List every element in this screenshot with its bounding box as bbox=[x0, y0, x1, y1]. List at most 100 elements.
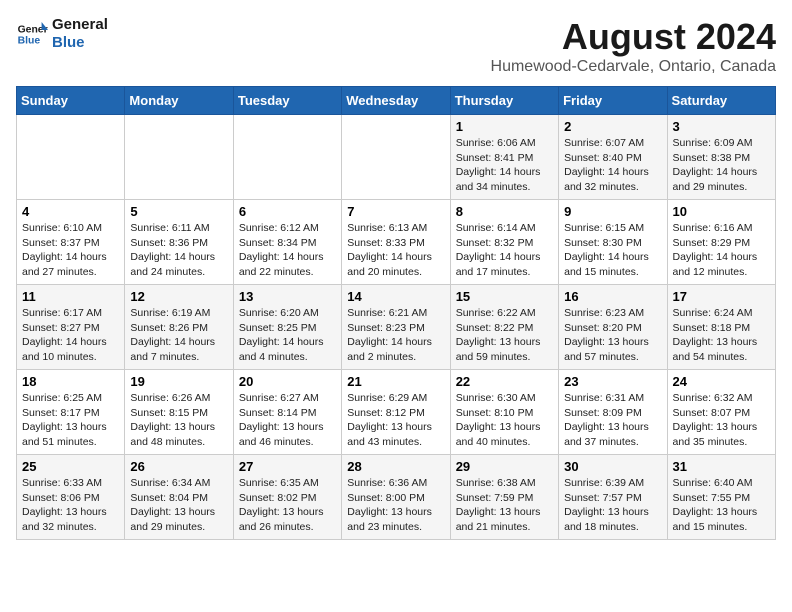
logo-line1: General bbox=[52, 16, 108, 34]
day-info: Sunrise: 6:33 AM Sunset: 8:06 PM Dayligh… bbox=[22, 476, 119, 535]
day-info: Sunrise: 6:35 AM Sunset: 8:02 PM Dayligh… bbox=[239, 476, 336, 535]
header-row: SundayMondayTuesdayWednesdayThursdayFrid… bbox=[17, 87, 776, 115]
day-info: Sunrise: 6:23 AM Sunset: 8:20 PM Dayligh… bbox=[564, 306, 661, 365]
header-cell-friday: Friday bbox=[559, 87, 667, 115]
calendar-cell: 31 Sunrise: 6:40 AM Sunset: 7:55 PM Dayli… bbox=[667, 455, 775, 540]
day-info: Sunrise: 6:32 AM Sunset: 8:07 PM Dayligh… bbox=[673, 391, 770, 450]
header-cell-saturday: Saturday bbox=[667, 87, 775, 115]
calendar-cell: 16 Sunrise: 6:23 AM Sunset: 8:20 PM Dayli… bbox=[559, 285, 667, 370]
calendar-cell: 13 Sunrise: 6:20 AM Sunset: 8:25 PM Dayli… bbox=[233, 285, 341, 370]
logo-icon: General Blue bbox=[16, 18, 48, 50]
calendar-cell: 27Sunrise: 6:35 AM Sunset: 8:02 PM Dayli… bbox=[233, 455, 341, 540]
day-number: 26 bbox=[130, 459, 227, 474]
day-info: Sunrise: 6:10 AM Sunset: 8:37 PM Dayligh… bbox=[22, 221, 119, 280]
calendar-cell: 30Sunrise: 6:39 AM Sunset: 7:57 PM Dayli… bbox=[559, 455, 667, 540]
calendar-cell: 4 Sunrise: 6:10 AM Sunset: 8:37 PM Daylig… bbox=[17, 200, 125, 285]
day-number: 21 bbox=[347, 374, 444, 389]
day-number: 6 bbox=[239, 204, 336, 219]
day-info: Sunrise: 6:20 AM Sunset: 8:25 PM Dayligh… bbox=[239, 306, 336, 365]
header-cell-tuesday: Tuesday bbox=[233, 87, 341, 115]
calendar-cell: 15 Sunrise: 6:22 AM Sunset: 8:22 PM Dayli… bbox=[450, 285, 558, 370]
calendar-cell: 9 Sunrise: 6:15 AM Sunset: 8:30 PM Daylig… bbox=[559, 200, 667, 285]
day-info: Sunrise: 6:06 AM Sunset: 8:41 PM Dayligh… bbox=[456, 136, 553, 195]
calendar-cell: 17Sunrise: 6:24 AM Sunset: 8:18 PM Dayli… bbox=[667, 285, 775, 370]
day-info: Sunrise: 6:11 AM Sunset: 8:36 PM Dayligh… bbox=[130, 221, 227, 280]
day-info: Sunrise: 6:07 AM Sunset: 8:40 PM Dayligh… bbox=[564, 136, 661, 195]
day-number: 5 bbox=[130, 204, 227, 219]
day-number: 9 bbox=[564, 204, 661, 219]
calendar-header: SundayMondayTuesdayWednesdayThursdayFrid… bbox=[17, 87, 776, 115]
day-info: Sunrise: 6:26 AM Sunset: 8:15 PM Dayligh… bbox=[130, 391, 227, 450]
day-number: 4 bbox=[22, 204, 119, 219]
day-info: Sunrise: 6:27 AM Sunset: 8:14 PM Dayligh… bbox=[239, 391, 336, 450]
header-cell-monday: Monday bbox=[125, 87, 233, 115]
day-number: 19 bbox=[130, 374, 227, 389]
calendar-cell: 28 Sunrise: 6:36 AM Sunset: 8:00 PM Dayli… bbox=[342, 455, 450, 540]
calendar-body: 1Sunrise: 6:06 AM Sunset: 8:41 PM Daylig… bbox=[17, 115, 776, 540]
calendar-cell: 18Sunrise: 6:25 AM Sunset: 8:17 PM Dayli… bbox=[17, 370, 125, 455]
day-number: 25 bbox=[22, 459, 119, 474]
day-number: 18 bbox=[22, 374, 119, 389]
day-number: 28 bbox=[347, 459, 444, 474]
week-row-3: 11 Sunrise: 6:17 AM Sunset: 8:27 PM Dayli… bbox=[17, 285, 776, 370]
title-area: August 2024 Humewood-Cedarvale, Ontario,… bbox=[491, 16, 776, 76]
calendar-cell bbox=[125, 115, 233, 200]
calendar-cell: 8 Sunrise: 6:14 AM Sunset: 8:32 PM Daylig… bbox=[450, 200, 558, 285]
day-info: Sunrise: 6:30 AM Sunset: 8:10 PM Dayligh… bbox=[456, 391, 553, 450]
calendar-cell: 19 Sunrise: 6:26 AM Sunset: 8:15 PM Dayli… bbox=[125, 370, 233, 455]
day-number: 30 bbox=[564, 459, 661, 474]
calendar-cell: 22Sunrise: 6:30 AM Sunset: 8:10 PM Dayli… bbox=[450, 370, 558, 455]
logo-line2: Blue bbox=[52, 34, 108, 52]
day-info: Sunrise: 6:12 AM Sunset: 8:34 PM Dayligh… bbox=[239, 221, 336, 280]
day-info: Sunrise: 6:21 AM Sunset: 8:23 PM Dayligh… bbox=[347, 306, 444, 365]
header-cell-thursday: Thursday bbox=[450, 87, 558, 115]
day-info: Sunrise: 6:36 AM Sunset: 8:00 PM Dayligh… bbox=[347, 476, 444, 535]
day-number: 15 bbox=[456, 289, 553, 304]
day-number: 16 bbox=[564, 289, 661, 304]
day-number: 20 bbox=[239, 374, 336, 389]
calendar-cell: 12Sunrise: 6:19 AM Sunset: 8:26 PM Dayli… bbox=[125, 285, 233, 370]
header-cell-wednesday: Wednesday bbox=[342, 87, 450, 115]
calendar-cell: 14 Sunrise: 6:21 AM Sunset: 8:23 PM Dayli… bbox=[342, 285, 450, 370]
day-info: Sunrise: 6:15 AM Sunset: 8:30 PM Dayligh… bbox=[564, 221, 661, 280]
calendar-cell: 2Sunrise: 6:07 AM Sunset: 8:40 PM Daylig… bbox=[559, 115, 667, 200]
day-info: Sunrise: 6:09 AM Sunset: 8:38 PM Dayligh… bbox=[673, 136, 770, 195]
day-info: Sunrise: 6:13 AM Sunset: 8:33 PM Dayligh… bbox=[347, 221, 444, 280]
day-info: Sunrise: 6:17 AM Sunset: 8:27 PM Dayligh… bbox=[22, 306, 119, 365]
calendar-cell: 3 Sunrise: 6:09 AM Sunset: 8:38 PM Daylig… bbox=[667, 115, 775, 200]
week-row-2: 4 Sunrise: 6:10 AM Sunset: 8:37 PM Daylig… bbox=[17, 200, 776, 285]
day-info: Sunrise: 6:19 AM Sunset: 8:26 PM Dayligh… bbox=[130, 306, 227, 365]
day-number: 13 bbox=[239, 289, 336, 304]
day-number: 17 bbox=[673, 289, 770, 304]
logo: General Blue General Blue bbox=[16, 16, 108, 52]
calendar-cell: 7Sunrise: 6:13 AM Sunset: 8:33 PM Daylig… bbox=[342, 200, 450, 285]
day-number: 14 bbox=[347, 289, 444, 304]
day-number: 31 bbox=[673, 459, 770, 474]
day-info: Sunrise: 6:40 AM Sunset: 7:55 PM Dayligh… bbox=[673, 476, 770, 535]
header: General Blue General Blue August 2024 Hu… bbox=[16, 16, 776, 76]
day-number: 23 bbox=[564, 374, 661, 389]
calendar-cell: 26Sunrise: 6:34 AM Sunset: 8:04 PM Dayli… bbox=[125, 455, 233, 540]
day-info: Sunrise: 6:31 AM Sunset: 8:09 PM Dayligh… bbox=[564, 391, 661, 450]
calendar-cell: 24 Sunrise: 6:32 AM Sunset: 8:07 PM Dayli… bbox=[667, 370, 775, 455]
calendar-cell: 5 Sunrise: 6:11 AM Sunset: 8:36 PM Daylig… bbox=[125, 200, 233, 285]
day-number: 24 bbox=[673, 374, 770, 389]
subtitle: Humewood-Cedarvale, Ontario, Canada bbox=[491, 58, 776, 76]
calendar-cell: 21Sunrise: 6:29 AM Sunset: 8:12 PM Dayli… bbox=[342, 370, 450, 455]
calendar-cell: 1Sunrise: 6:06 AM Sunset: 8:41 PM Daylig… bbox=[450, 115, 558, 200]
week-row-4: 18Sunrise: 6:25 AM Sunset: 8:17 PM Dayli… bbox=[17, 370, 776, 455]
day-info: Sunrise: 6:16 AM Sunset: 8:29 PM Dayligh… bbox=[673, 221, 770, 280]
day-info: Sunrise: 6:22 AM Sunset: 8:22 PM Dayligh… bbox=[456, 306, 553, 365]
day-number: 11 bbox=[22, 289, 119, 304]
calendar-cell: 29Sunrise: 6:38 AM Sunset: 7:59 PM Dayli… bbox=[450, 455, 558, 540]
week-row-5: 25 Sunrise: 6:33 AM Sunset: 8:06 PM Dayli… bbox=[17, 455, 776, 540]
week-row-1: 1Sunrise: 6:06 AM Sunset: 8:41 PM Daylig… bbox=[17, 115, 776, 200]
day-number: 3 bbox=[673, 119, 770, 134]
day-number: 8 bbox=[456, 204, 553, 219]
day-info: Sunrise: 6:14 AM Sunset: 8:32 PM Dayligh… bbox=[456, 221, 553, 280]
calendar-cell: 6 Sunrise: 6:12 AM Sunset: 8:34 PM Daylig… bbox=[233, 200, 341, 285]
main-title: August 2024 bbox=[491, 16, 776, 58]
calendar-cell: 10Sunrise: 6:16 AM Sunset: 8:29 PM Dayli… bbox=[667, 200, 775, 285]
calendar-cell: 23 Sunrise: 6:31 AM Sunset: 8:09 PM Dayli… bbox=[559, 370, 667, 455]
day-info: Sunrise: 6:38 AM Sunset: 7:59 PM Dayligh… bbox=[456, 476, 553, 535]
